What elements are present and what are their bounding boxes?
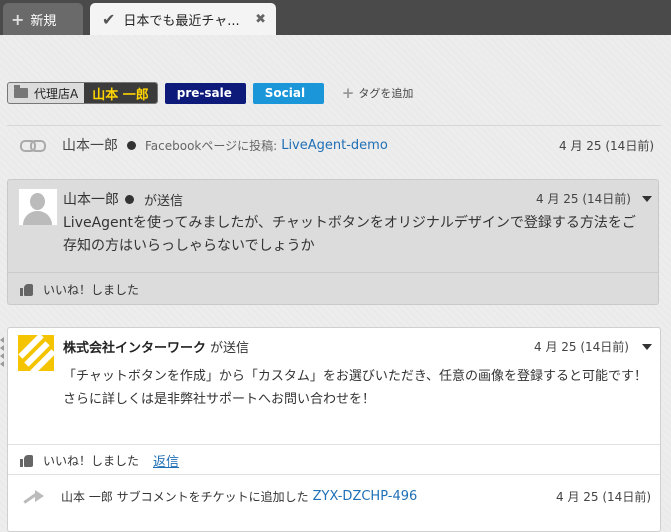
tab-bar: + 新規 ✔ 日本でも最近チャ... ✖ xyxy=(0,0,671,35)
like-row[interactable]: いいね！しました xyxy=(20,281,139,298)
plus-icon: + xyxy=(341,84,355,102)
divider xyxy=(8,272,658,273)
subcomment-text: 山本 一郎 サブコメントをチケットに追加した xyxy=(61,490,309,504)
message-agent: 株式会社インターワーク が送信 4 月 25 (14日前) 「チャットボタンを作… xyxy=(7,327,661,532)
tab-active-label: 日本でも最近チャ... xyxy=(123,13,240,29)
ticket-link[interactable]: ZYX-DZCHP-496 xyxy=(313,489,418,504)
tab-active-ticket[interactable]: ✔ 日本でも最近チャ... ✖ xyxy=(90,3,276,35)
divider xyxy=(8,474,660,475)
expand-handle[interactable] xyxy=(0,337,5,367)
message-body: 「チャットボタンを作成」から「カスタム」をお選びいただき、任意の画像を登録すると… xyxy=(63,369,647,407)
event-date: 4 月 25 (14日前) xyxy=(559,138,654,153)
tag-row: 代理店A 山本 一郎 pre-sale Social + タグを追加 xyxy=(7,82,413,104)
company-logo-icon xyxy=(18,335,54,371)
divider xyxy=(8,444,660,445)
tag-social[interactable]: Social xyxy=(252,82,324,104)
event-target-link[interactable]: LiveAgent-demo xyxy=(281,138,388,153)
subcomment-date: 4 月 25 (14日前) xyxy=(556,490,651,504)
message-sent-label: が送信 xyxy=(210,341,250,356)
like-row: いいね！しました 返信 xyxy=(20,451,179,470)
add-tag-label: タグを追加 xyxy=(358,87,414,100)
plus-icon: + xyxy=(11,9,25,29)
status-dot-icon xyxy=(125,194,134,204)
contact-tag[interactable]: 代理店A 山本 一郎 xyxy=(7,82,158,104)
event-action: Facebookページに投稿: xyxy=(145,138,278,153)
event-author: 山本一郎 xyxy=(62,138,118,154)
message-date: 4 月 25 (14日前) xyxy=(536,192,631,206)
reply-link[interactable]: 返信 xyxy=(153,451,179,470)
status-dot-icon xyxy=(127,140,136,150)
like-label: いいね！しました xyxy=(43,283,140,297)
ticket-content: 代理店A 山本 一郎 pre-sale Social + タグを追加 山本一郎 … xyxy=(0,35,671,532)
message-body: LiveAgentを使ってみましたが、チャットボタンをオリジナルデザインで登録す… xyxy=(63,215,636,254)
chevron-down-icon[interactable] xyxy=(642,344,652,350)
tab-new-label: 新規 xyxy=(30,13,57,29)
message-header: 山本一郎 が送信 xyxy=(63,189,183,209)
message-author: 株式会社インターワーク xyxy=(63,341,207,356)
add-tag-button[interactable]: + タグを追加 xyxy=(342,84,414,102)
thumbs-up-icon xyxy=(20,454,34,467)
agency-name: 代理店A xyxy=(34,86,79,101)
tag-presale[interactable]: pre-sale xyxy=(164,82,246,104)
divider xyxy=(7,125,661,126)
thumbs-up-icon xyxy=(20,283,34,296)
close-icon[interactable]: ✖ xyxy=(255,12,266,27)
like-label[interactable]: いいね！しました xyxy=(43,452,139,469)
subcomment-row: 山本 一郎 サブコメントをチケットに追加した ZYX-DZCHP-496 4 月… xyxy=(23,488,653,505)
message-author: 山本一郎 xyxy=(63,192,119,208)
avatar xyxy=(18,188,58,226)
folder-icon xyxy=(14,85,28,98)
message-header: 株式会社インターワーク が送信 xyxy=(63,337,249,356)
message-sent-label: が送信 xyxy=(144,193,184,209)
message-customer: 山本一郎 が送信 4 月 25 (14日前) LiveAgentを使ってみました… xyxy=(7,179,659,305)
chevron-down-icon[interactable] xyxy=(642,196,652,202)
message-date: 4 月 25 (14日前) xyxy=(534,340,629,354)
forward-arrow-icon xyxy=(23,489,49,505)
contact-name: 山本 一郎 xyxy=(84,83,157,103)
tab-new[interactable]: + 新規 xyxy=(3,3,83,35)
event-row: 山本一郎 Facebookページに投稿: LiveAgent-demo 4 月 … xyxy=(20,135,660,155)
checkmark-icon: ✔ xyxy=(102,9,116,29)
link-icon xyxy=(20,139,46,152)
